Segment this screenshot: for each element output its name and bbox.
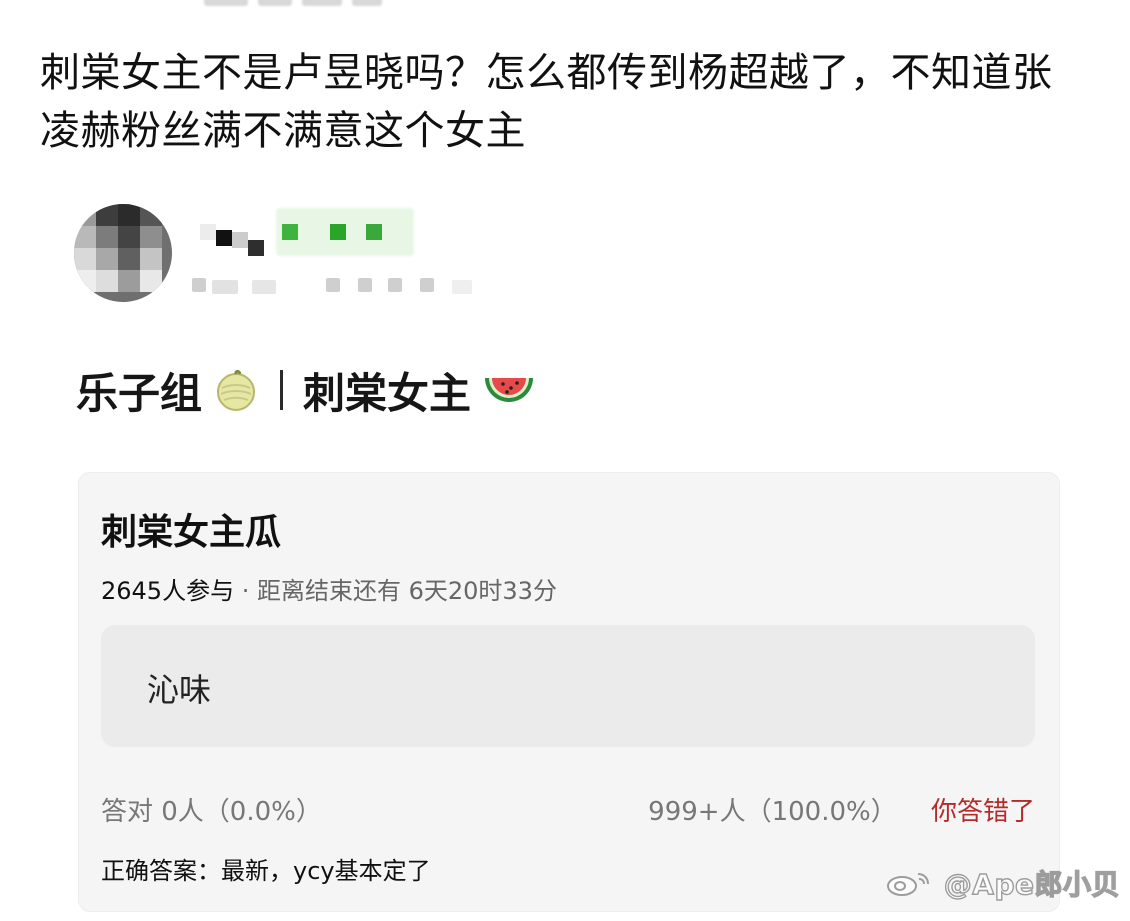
correct-stats: 答对 0人（0.0%） [101, 797, 322, 827]
topic-label[interactable]: 刺棠女主 [303, 360, 471, 421]
melon-icon [217, 369, 256, 411]
deadline: 距离结束还有 6天20时33分 [256, 577, 557, 605]
avatar[interactable] [74, 204, 172, 302]
result-row: 答对 0人（0.0%） 999+人（100.0%） 你答错了 [101, 791, 1035, 831]
post-headline: 刺棠女主不是卢昱晓吗？怎么都传到杨超越了，不知道张凌赫粉丝满不满意这个女主 [40, 50, 1053, 154]
option-stats-group: 999+人（100.0%） 你答错了 [648, 791, 1035, 828]
title-divider [280, 370, 284, 410]
watermelon-icon [485, 378, 534, 402]
vote-option[interactable]: 沁味 [101, 625, 1035, 747]
screenshot-page: 刺棠女主不是卢昱晓吗？怎么都传到杨超越了，不知道张凌赫粉丝满不满意这个女主 乐子… [0, 0, 1130, 921]
option-label: 沁味 [147, 671, 212, 709]
user-info[interactable] [68, 200, 548, 310]
username-blurred[interactable] [194, 210, 414, 256]
option-stats: 999+人（100.0%） [648, 797, 897, 827]
post-title: 乐子组 刺棠女主 [76, 360, 537, 420]
vote-title: 刺棠女主瓜 [101, 512, 282, 553]
participants-count: 2645人参与 [101, 577, 235, 605]
meta-separator: · [234, 577, 257, 605]
group-label[interactable]: 乐子组 [76, 360, 202, 421]
correct-answer: 正确答案：最新，ycy基本定了 [101, 857, 431, 885]
vote-meta: 2645人参与 · 距离结束还有 6天20时33分 [101, 571, 557, 606]
vote-card: 刺棠女主瓜 2645人参与 · 距离结束还有 6天20时33分 沁味 答对 0人… [78, 472, 1060, 912]
cropped-top-text [190, 0, 410, 10]
wrong-label: 你答错了 [930, 797, 1035, 827]
post-meta-blurred [192, 274, 492, 294]
weibo-icon [886, 873, 929, 896]
watermark: @Ape郎小贝 [882, 863, 1120, 903]
watermark-text: @Ape郎小贝 [943, 867, 1120, 901]
